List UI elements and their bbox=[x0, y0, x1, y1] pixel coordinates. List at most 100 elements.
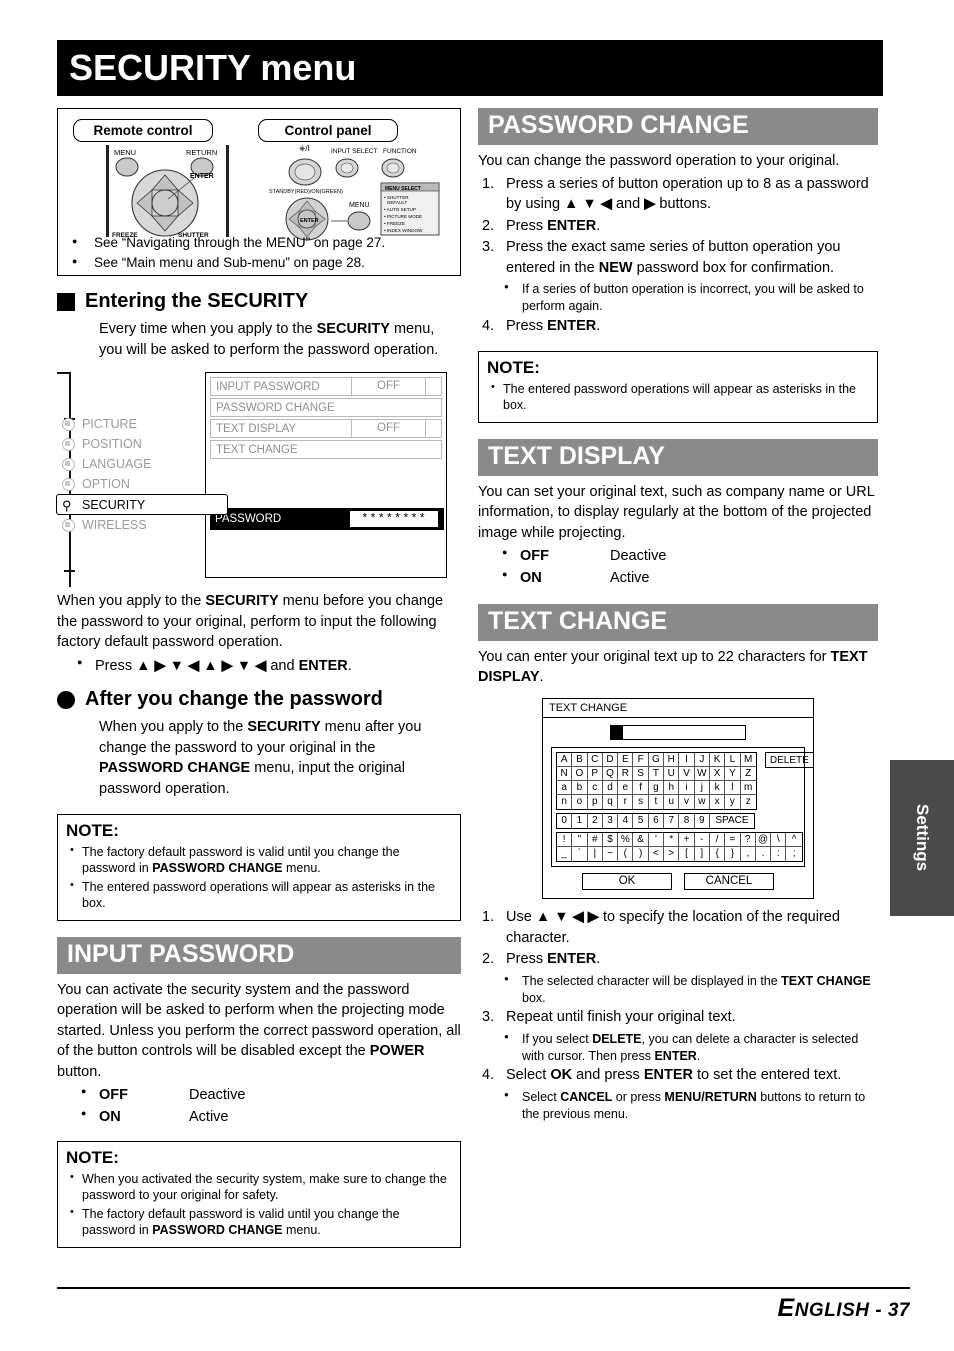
keyboard-key[interactable]: D bbox=[602, 753, 619, 768]
keyboard-key[interactable]: ] bbox=[695, 847, 710, 862]
keyboard-key[interactable]: o bbox=[572, 795, 588, 810]
keyboard-key[interactable]: = bbox=[725, 833, 741, 848]
keyboard-key[interactable]: I bbox=[679, 753, 695, 768]
keyboard-key[interactable]: u bbox=[664, 795, 680, 810]
osd-password-value[interactable]: ******** bbox=[350, 511, 438, 528]
keyboard-key[interactable]: U bbox=[664, 767, 680, 782]
osd-row-text-change[interactable]: TEXT CHANGE bbox=[210, 440, 442, 460]
keyboard-key[interactable]: * bbox=[664, 833, 680, 848]
keyboard-key[interactable]: x bbox=[710, 795, 726, 810]
keyboard-key[interactable]: P bbox=[587, 767, 603, 782]
osd-menu-item-position[interactable]: POSITION bbox=[57, 434, 207, 454]
keyboard-key[interactable]: j bbox=[694, 781, 710, 796]
keyboard-key[interactable]: . bbox=[756, 847, 772, 862]
keyboard-key[interactable]: L bbox=[725, 753, 741, 768]
text-entry-field-wrap[interactable] bbox=[610, 725, 746, 741]
keyboard-key[interactable]: O bbox=[572, 767, 588, 782]
keyboard-key[interactable]: : bbox=[771, 847, 787, 862]
alpha-key-grid[interactable]: ABCDEFGHIJKLMNOPQRSTUVWXYZabcdefghijklmn… bbox=[556, 752, 757, 811]
keyboard-key[interactable]: ! bbox=[557, 833, 573, 848]
keyboard-key[interactable]: Q bbox=[602, 767, 619, 782]
keyboard-key[interactable]: # bbox=[587, 833, 603, 848]
osd-menu-item-wireless[interactable]: WIRELESS bbox=[57, 515, 207, 535]
keyboard-key[interactable]: k bbox=[709, 781, 726, 796]
keyboard-key[interactable]: c bbox=[587, 781, 603, 796]
keyboard-key[interactable]: | bbox=[588, 847, 603, 862]
keyboard-key[interactable]: a bbox=[557, 781, 573, 796]
keyboard-key[interactable]: 7 bbox=[664, 814, 680, 829]
keyboard-key[interactable]: g bbox=[648, 781, 665, 796]
keyboard-key[interactable]: l bbox=[725, 781, 741, 796]
keyboard-key[interactable]: w bbox=[695, 795, 710, 810]
keyboard-key[interactable]: @ bbox=[755, 833, 772, 848]
osd-menu-item-picture[interactable]: PICTURE bbox=[57, 414, 207, 434]
keyboard-key[interactable]: v bbox=[679, 795, 695, 810]
keyboard-key[interactable]: X bbox=[709, 767, 726, 782]
keyboard-key[interactable]: 1 bbox=[572, 814, 588, 829]
keyboard-key[interactable]: M bbox=[740, 753, 756, 768]
keyboard-key[interactable]: ` bbox=[572, 847, 588, 862]
keyboard-key[interactable]: t bbox=[649, 795, 665, 810]
keyboard-key[interactable]: 6 bbox=[649, 814, 665, 829]
keyboard-key[interactable]: 9 bbox=[695, 814, 710, 829]
keyboard-key[interactable]: ( bbox=[618, 847, 634, 862]
keyboard-key[interactable]: ' bbox=[648, 833, 665, 848]
keyboard-key[interactable]: + bbox=[679, 833, 695, 848]
number-key-grid[interactable]: 0 1 2 3 4 5 6 7 8 9 SPACE bbox=[556, 813, 755, 830]
osd-row-input-password[interactable]: INPUT PASSWORD OFF bbox=[210, 377, 442, 397]
osd-row-password-change[interactable]: PASSWORD CHANGE bbox=[210, 398, 442, 418]
keyboard-key[interactable]: \ bbox=[771, 833, 787, 848]
keyboard-key[interactable]: Y bbox=[725, 767, 741, 782]
keyboard-key[interactable]: $ bbox=[602, 833, 619, 848]
keyboard-key[interactable]: J bbox=[694, 753, 710, 768]
keyboard-key[interactable]: q bbox=[603, 795, 619, 810]
keyboard-key[interactable]: W bbox=[694, 767, 710, 782]
ok-button[interactable]: OK bbox=[582, 873, 672, 891]
keyboard-key[interactable]: / bbox=[709, 833, 726, 848]
keyboard-key[interactable]: ~ bbox=[603, 847, 619, 862]
keyboard-key[interactable]: ) bbox=[633, 847, 649, 862]
keyboard-key[interactable]: y bbox=[725, 795, 741, 810]
keyboard-key[interactable]: i bbox=[679, 781, 695, 796]
space-key[interactable]: SPACE bbox=[710, 814, 754, 828]
keyboard-key[interactable]: 5 bbox=[633, 814, 649, 829]
keyboard-key[interactable]: ^ bbox=[786, 833, 802, 848]
osd-menu-item-language[interactable]: LANGUAGE bbox=[57, 454, 207, 474]
keyboard-key[interactable]: _ bbox=[557, 847, 573, 862]
keyboard-key[interactable]: E bbox=[618, 753, 634, 768]
keyboard-key[interactable]: f bbox=[633, 781, 649, 796]
keyboard-key[interactable]: n bbox=[557, 795, 573, 810]
osd-menu-item-security[interactable]: ⚲ SECURITY bbox=[56, 494, 228, 516]
keyboard-key[interactable]: [ bbox=[679, 847, 695, 862]
keyboard-key[interactable]: & bbox=[633, 833, 649, 848]
keyboard-key[interactable]: V bbox=[679, 767, 695, 782]
keyboard-key[interactable]: r bbox=[618, 795, 634, 810]
keyboard-key[interactable]: 8 bbox=[679, 814, 695, 829]
keyboard-key[interactable]: R bbox=[618, 767, 634, 782]
keyboard-key[interactable]: b bbox=[572, 781, 588, 796]
delete-key[interactable]: DELETE bbox=[764, 752, 814, 769]
cancel-button[interactable]: CANCEL bbox=[684, 873, 774, 891]
keyboard-key[interactable]: < bbox=[649, 847, 665, 862]
keyboard-key[interactable]: K bbox=[709, 753, 726, 768]
keyboard-key[interactable]: m bbox=[740, 781, 756, 796]
keyboard-key[interactable]: } bbox=[725, 847, 741, 862]
keyboard-key[interactable]: > bbox=[664, 847, 680, 862]
keyboard-key[interactable]: 3 bbox=[603, 814, 619, 829]
keyboard-key[interactable]: ; bbox=[786, 847, 801, 861]
keyboard-key[interactable]: 4 bbox=[618, 814, 634, 829]
osd-menu-item-option[interactable]: OPTION bbox=[57, 474, 207, 494]
keyboard-key[interactable]: p bbox=[588, 795, 603, 810]
text-entry-field[interactable] bbox=[623, 725, 746, 741]
keyboard-key[interactable]: , bbox=[741, 847, 756, 862]
keyboard-key[interactable]: N bbox=[557, 767, 573, 782]
keyboard-key[interactable]: Z bbox=[740, 767, 756, 782]
keyboard-key[interactable]: B bbox=[572, 753, 588, 768]
keyboard-key[interactable]: s bbox=[633, 795, 649, 810]
keyboard-key[interactable]: H bbox=[664, 753, 680, 768]
keyboard-key[interactable]: A bbox=[557, 753, 573, 768]
keyboard-key[interactable]: S bbox=[633, 767, 649, 782]
keyboard-key[interactable]: { bbox=[710, 847, 726, 862]
keyboard-key[interactable]: ? bbox=[740, 833, 756, 848]
keyboard-key[interactable]: h bbox=[664, 781, 680, 796]
